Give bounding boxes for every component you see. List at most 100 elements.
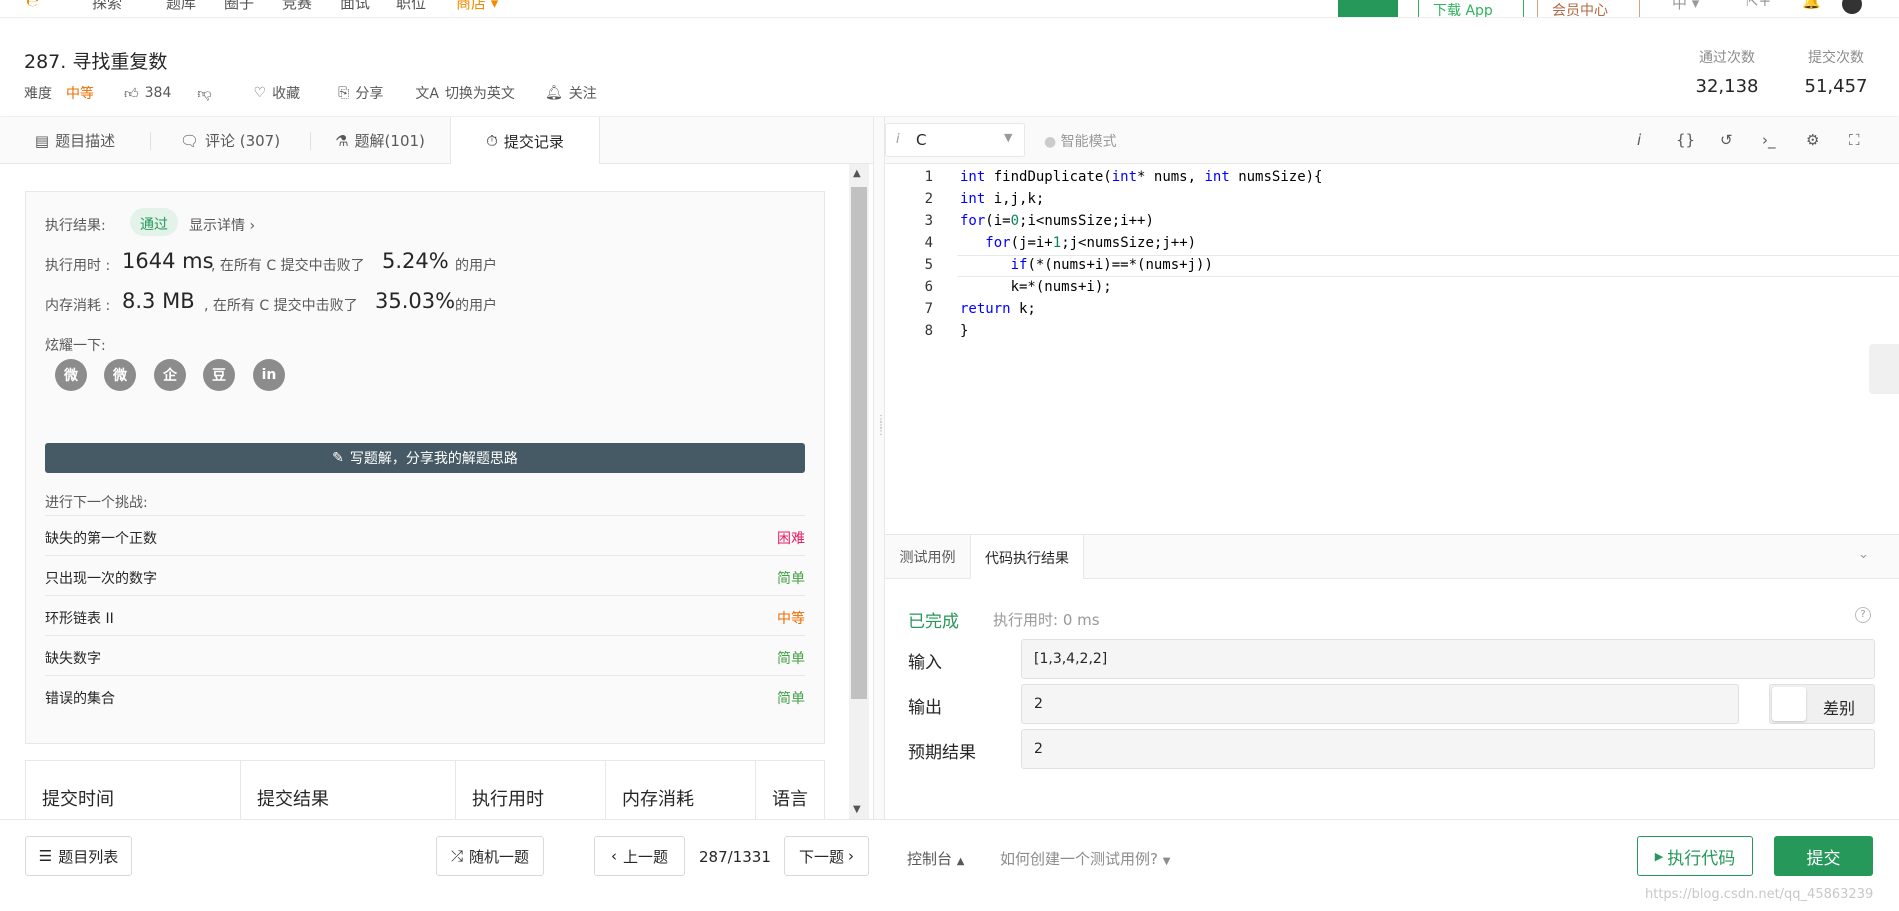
tab-comments-label: 评论 (307) bbox=[204, 132, 281, 150]
scrollbar-thumb[interactable] bbox=[851, 187, 867, 699]
show-details-link[interactable]: 显示详情 › bbox=[189, 215, 255, 235]
nav-explore[interactable]: 探索 bbox=[92, 0, 122, 13]
howto-testcase-link[interactable]: 如何创建一个测试用例? ▼ bbox=[1000, 848, 1170, 869]
wechat-icon[interactable]: 微 bbox=[55, 359, 87, 391]
prev-problem-button[interactable]: ‹ 上一题 bbox=[594, 836, 685, 876]
write-solution-label: 写题解，分享我的解题思路 bbox=[349, 451, 518, 467]
format-icon[interactable]: {} bbox=[1676, 131, 1695, 149]
thumbs-up-icon[interactable]: 👍︎ bbox=[124, 85, 139, 102]
output-field[interactable]: 2 bbox=[1021, 684, 1739, 724]
line-number: 8 bbox=[924, 323, 933, 339]
list-item[interactable]: 环形链表 II 中等 bbox=[45, 595, 805, 635]
diff-toggle[interactable]: 差别 bbox=[1769, 684, 1875, 724]
side-widget[interactable] bbox=[1869, 344, 1899, 394]
collapse-icon[interactable]: ⌄ bbox=[1858, 547, 1869, 562]
nav-contest[interactable]: 竞赛 bbox=[282, 0, 312, 13]
flask-icon: ⚗︎ bbox=[335, 131, 349, 150]
info-icon[interactable]: i bbox=[1637, 131, 1641, 149]
problem-list-label: 题目列表 bbox=[58, 847, 119, 866]
tab-description[interactable]: ▤ 题目描述 bbox=[0, 117, 150, 164]
write-solution-button[interactable]: ✎ 写题解，分享我的解题思路 bbox=[45, 443, 805, 473]
tab-testcase-label: 测试用例 bbox=[899, 550, 956, 566]
list-item[interactable]: 错误的集合 简单 bbox=[45, 675, 805, 715]
column-header[interactable]: 内存消耗 bbox=[606, 761, 756, 821]
gear-icon[interactable]: ⚙ bbox=[1806, 131, 1819, 149]
problem-title: 287. 寻找重复数 bbox=[24, 51, 168, 73]
code-editor[interactable]: 1 2 3 4 5 6 7 8 int findDuplicate(int* n… bbox=[885, 164, 1899, 534]
logo-icon[interactable]: ℮ bbox=[26, 0, 39, 10]
output-label: 输出 bbox=[908, 698, 942, 718]
favorite-button[interactable]: 收藏 bbox=[272, 83, 300, 103]
new-icon[interactable]: ⇱+ bbox=[1746, 0, 1771, 10]
weibo-icon[interactable]: 微 bbox=[104, 359, 136, 391]
memory-label: 内存消耗 : bbox=[45, 298, 111, 314]
result-card: 执行结果: 通过 显示详情 › 执行用时 : 1644 ms , 在所有 C 提… bbox=[25, 191, 825, 744]
tab-solutions[interactable]: ⚗︎ 题解(101) bbox=[310, 117, 450, 164]
smart-mode-label: 智能模式 bbox=[1060, 134, 1117, 150]
like-count[interactable]: 384 bbox=[145, 85, 172, 101]
nav-circle[interactable]: 圈子 bbox=[224, 0, 254, 13]
console-toggle[interactable]: 控制台 ▲ bbox=[907, 848, 965, 869]
smart-mode-toggle[interactable]: ● 智能模式 bbox=[1044, 131, 1117, 151]
share-icon[interactable]: ⎘ bbox=[338, 85, 349, 101]
douban-icon[interactable]: 豆 bbox=[203, 359, 235, 391]
panel-resize-handle[interactable]: ⋮ ⋮ ⋮ bbox=[873, 117, 886, 819]
scroll-up-icon[interactable]: ▲ bbox=[853, 168, 861, 179]
next-problem-button[interactable]: 下一题 › bbox=[784, 836, 869, 876]
share-button[interactable]: 分享 bbox=[355, 83, 383, 103]
heart-icon[interactable]: ♡ bbox=[254, 85, 267, 101]
console-panel: 已完成 执行用时: 0 ms ? 输入 [1,3,4,2,2] 输出 2 差别 … bbox=[885, 579, 1899, 819]
line-number: 1 bbox=[924, 169, 933, 185]
submit-button[interactable]: 提交 bbox=[1774, 836, 1873, 876]
column-header[interactable]: 提交结果 bbox=[241, 761, 456, 821]
expected-field[interactable]: 2 bbox=[1021, 729, 1875, 769]
tab-comments[interactable]: 🗨︎ 评论 (307) bbox=[150, 117, 310, 164]
linkedin-icon[interactable]: in bbox=[253, 359, 285, 391]
bell-icon[interactable]: 🔔︎ bbox=[545, 85, 563, 101]
nav-jobs[interactable]: 职位 bbox=[396, 0, 426, 13]
tab-submissions[interactable]: ⏱︎ 提交记录 bbox=[450, 117, 600, 165]
lang-menu[interactable]: 中 ▾ bbox=[1672, 0, 1699, 13]
submissions-label: 提交次数 bbox=[1808, 50, 1864, 66]
thumbs-down-icon[interactable]: 👎︎ bbox=[197, 85, 211, 102]
qq-icon[interactable]: 企 bbox=[154, 359, 186, 391]
list-item[interactable]: 缺失的第一个正数 困难 bbox=[45, 515, 805, 555]
nav-interview[interactable]: 面试 bbox=[340, 0, 370, 13]
tab-run-result-label: 代码执行结果 bbox=[985, 550, 1069, 567]
dot-icon: ● bbox=[1044, 134, 1061, 150]
promo-flag[interactable] bbox=[1338, 0, 1398, 17]
follow-button[interactable]: 关注 bbox=[569, 83, 597, 103]
nav-problems[interactable]: 题库 bbox=[166, 0, 196, 13]
column-header[interactable]: 执行用时 bbox=[456, 761, 606, 821]
problem-list-button[interactable]: ☰ 题目列表 bbox=[25, 836, 132, 876]
scroll-down-icon[interactable]: ▼ bbox=[853, 804, 861, 815]
column-header[interactable]: 语言 bbox=[756, 761, 826, 821]
tab-testcase[interactable]: 测试用例 bbox=[885, 535, 970, 579]
translate-icon[interactable]: 文A bbox=[415, 83, 439, 103]
help-icon[interactable]: ? bbox=[1855, 607, 1871, 623]
column-header[interactable]: 提交时间 bbox=[26, 761, 241, 821]
chevron-right-icon: › bbox=[848, 847, 854, 865]
problem-tabs: ▤ 题目描述 🗨︎ 评论 (307) ⚗︎ 题解(101) ⏱︎ 提交记录 bbox=[0, 117, 873, 165]
random-problem-button[interactable]: ⤮ 随机一题 bbox=[436, 836, 544, 876]
difficulty-value: 中等 bbox=[66, 86, 94, 102]
list-item[interactable]: 缺失数字 简单 bbox=[45, 635, 805, 675]
fullscreen-icon[interactable]: ⛶ bbox=[1849, 131, 1860, 149]
editor-toolbar bbox=[885, 117, 1899, 164]
avatar[interactable] bbox=[1842, 0, 1862, 14]
list-item[interactable]: 只出现一次的数字 简单 bbox=[45, 555, 805, 595]
nav-store[interactable]: 商店 ▾ bbox=[456, 0, 498, 13]
memory-value: 8.3 MB bbox=[122, 289, 195, 313]
run-code-button[interactable]: ▶ 执行代码 bbox=[1637, 836, 1753, 876]
tab-run-result[interactable]: 代码执行结果 bbox=[970, 535, 1084, 580]
terminal-icon[interactable]: ›_ bbox=[1762, 131, 1776, 149]
vip-center-button[interactable]: 会员中心 bbox=[1537, 0, 1640, 17]
language-select[interactable]: i C ▼ bbox=[885, 123, 1025, 157]
reset-icon[interactable]: ↺ bbox=[1720, 131, 1733, 149]
switch-language-button[interactable]: 切换为英文 bbox=[445, 83, 515, 103]
time-value: 1644 ms bbox=[122, 249, 214, 273]
download-app-button[interactable]: 下载 App bbox=[1418, 0, 1524, 17]
run-status: 已完成 bbox=[908, 612, 959, 632]
input-field[interactable]: [1,3,4,2,2] bbox=[1021, 639, 1875, 679]
bell-icon[interactable]: 🔔 bbox=[1802, 0, 1821, 10]
